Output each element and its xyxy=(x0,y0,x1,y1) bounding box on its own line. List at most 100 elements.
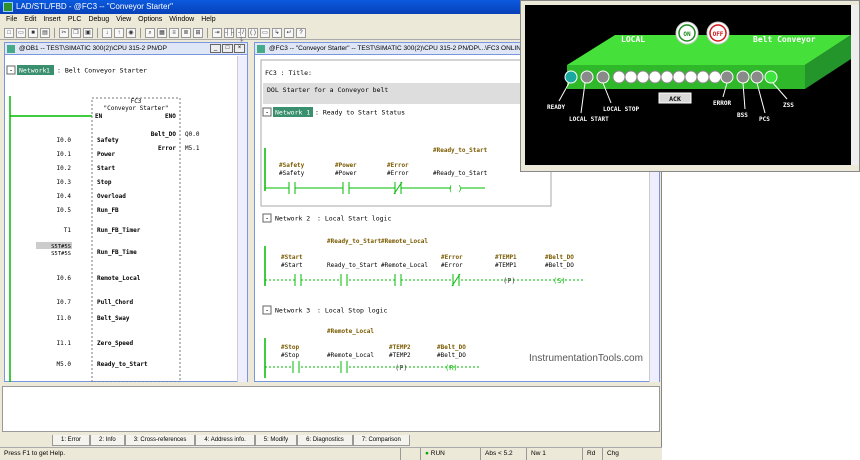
tab-info[interactable]: 2: Info xyxy=(90,434,125,446)
toolbar-divider xyxy=(97,27,98,38)
contact-name: #Error xyxy=(387,170,409,177)
print-icon[interactable]: ▤ xyxy=(40,27,50,38)
reset-coil[interactable]: (R) xyxy=(445,364,458,372)
menu-debug[interactable]: Debug xyxy=(88,14,109,26)
whats-this-icon[interactable]: ? xyxy=(296,27,306,38)
contact-symbol: #Belt_DO xyxy=(437,344,466,351)
ready-label: READY xyxy=(547,104,565,111)
contact-no[interactable] xyxy=(343,182,349,194)
menu-file[interactable]: File xyxy=(6,14,17,26)
output-addr: M5.1 xyxy=(185,145,200,152)
cut-icon[interactable]: ✂ xyxy=(59,27,69,38)
roller xyxy=(696,70,710,84)
status-network: Nw 1 xyxy=(526,448,582,460)
contact-no[interactable] xyxy=(395,274,401,286)
p-edge-coil[interactable]: (P) xyxy=(395,364,408,372)
input-pin: Run_FB_Timer xyxy=(97,227,141,234)
en-pin: EN xyxy=(95,113,103,120)
upload-icon[interactable]: ↑ xyxy=(114,27,124,38)
minimize-button[interactable]: _ xyxy=(210,44,221,53)
collapse-sign: - xyxy=(265,215,269,223)
set-coil[interactable]: (S) xyxy=(553,277,566,285)
save-icon[interactable]: ■ xyxy=(28,27,38,38)
menu-plc[interactable]: PLC xyxy=(68,14,82,26)
tab-comparison[interactable]: 7: Comparison xyxy=(352,434,410,446)
input-pin: Zero_Speed xyxy=(97,340,134,347)
menu-window[interactable]: Window xyxy=(169,14,194,26)
pcs-indicator xyxy=(750,70,764,84)
off-button-label: OFF xyxy=(713,31,724,38)
roller xyxy=(672,70,686,84)
input-addr: I0.2 xyxy=(57,165,72,172)
maximize-button[interactable]: □ xyxy=(222,44,233,53)
contact-symbol: #TEMP1 xyxy=(495,254,517,261)
input-addr: I0.3 xyxy=(57,179,72,186)
branch-open-icon[interactable]: ↳ xyxy=(272,27,282,38)
contact-symbol: #Ready_to_Start xyxy=(327,238,382,245)
box-icon[interactable]: ▭ xyxy=(260,27,270,38)
ladder-icon[interactable]: ≡ xyxy=(169,27,179,38)
menu-insert[interactable]: Insert xyxy=(43,14,61,26)
roller xyxy=(660,70,674,84)
block-header-frame xyxy=(260,59,552,207)
ob1-window-title: @OB1 -- TEST\SIMATIC 300(2)\CPU 315-2 PN… xyxy=(5,43,247,55)
contact-no[interactable] xyxy=(289,182,295,194)
paste-icon[interactable]: ▣ xyxy=(83,27,93,38)
network-1-label: Network 1 xyxy=(275,109,310,117)
roller xyxy=(648,70,662,84)
stl-icon[interactable]: ≣ xyxy=(181,27,191,38)
network-icon[interactable]: ⇥ xyxy=(212,27,222,38)
grid-icon[interactable]: ▦ xyxy=(157,27,167,38)
contact-name: #Remote_Local xyxy=(327,352,374,359)
on-button-label: ON xyxy=(683,31,691,38)
hmi-scrollbar[interactable] xyxy=(851,5,859,165)
branch-close-icon[interactable]: ↵ xyxy=(284,27,294,38)
tab-address-info[interactable]: 4: Address info. xyxy=(195,434,255,446)
input-addr: I0.7 xyxy=(57,299,72,306)
zoom-icon[interactable]: ⌕ xyxy=(145,27,155,38)
contact-no[interactable] xyxy=(341,274,347,286)
menu-help[interactable]: Help xyxy=(201,14,215,26)
network-1-rung: #Safety #Safety #Power #Power #Error #Er… xyxy=(264,147,488,195)
input-pin: Remote_Local xyxy=(97,275,141,282)
error-label: ERROR xyxy=(713,100,731,107)
network-2-title: : Local Start logic xyxy=(317,215,391,223)
menu-options[interactable]: Options xyxy=(138,14,162,26)
download-icon[interactable]: ↓ xyxy=(102,27,112,38)
contact-symbol: #Stop xyxy=(281,344,299,351)
fbd-icon[interactable]: ⊞ xyxy=(193,27,203,38)
tab-diagnostics[interactable]: 6: Diagnostics xyxy=(297,434,353,446)
menu-view[interactable]: View xyxy=(116,14,131,26)
open-icon[interactable]: ▭ xyxy=(16,27,26,38)
watermark: InstrumentationTools.com xyxy=(529,353,643,364)
app-icon xyxy=(3,2,13,12)
tab-cross-references[interactable]: 3: Cross-references xyxy=(124,434,196,446)
error-indicator xyxy=(720,70,734,84)
p-edge-coil[interactable]: (P) xyxy=(503,277,516,285)
block-icon xyxy=(257,45,265,53)
coil-icon[interactable]: ( ) xyxy=(248,27,258,38)
collapse-sign: - xyxy=(265,307,269,315)
bss-indicator xyxy=(736,70,750,84)
contact-nc-icon[interactable]: ┤/├ xyxy=(236,27,246,44)
input-pin: Safety xyxy=(97,137,119,144)
ob1-vertical-scrollbar[interactable] xyxy=(237,56,247,382)
tab-modify[interactable]: 5: Modify xyxy=(254,434,298,446)
zss-label: ZSS xyxy=(783,102,794,109)
contact-no[interactable] xyxy=(341,361,347,373)
new-icon[interactable]: □ xyxy=(4,27,14,38)
network-title: : Belt Conveyor Starter xyxy=(57,67,147,75)
menu-edit[interactable]: Edit xyxy=(24,14,36,26)
ack-button-label: ACK xyxy=(669,95,681,103)
hmi-panel-window: LOCAL ON OFF Belt Conveyor ACK READY LOC… xyxy=(520,0,860,172)
close-button[interactable]: × xyxy=(234,44,245,53)
roller xyxy=(624,70,638,84)
monitor-icon[interactable]: ◉ xyxy=(126,27,136,38)
contact-no[interactable] xyxy=(295,274,301,286)
network-number: 1 xyxy=(46,67,50,75)
copy-icon[interactable]: ❐ xyxy=(71,27,81,38)
contact-no[interactable] xyxy=(293,361,299,373)
status-mode-text: RUN xyxy=(430,450,445,457)
tab-error[interactable]: 1: Error xyxy=(52,434,91,446)
contact-no-icon[interactable]: ┤├ xyxy=(224,27,234,38)
